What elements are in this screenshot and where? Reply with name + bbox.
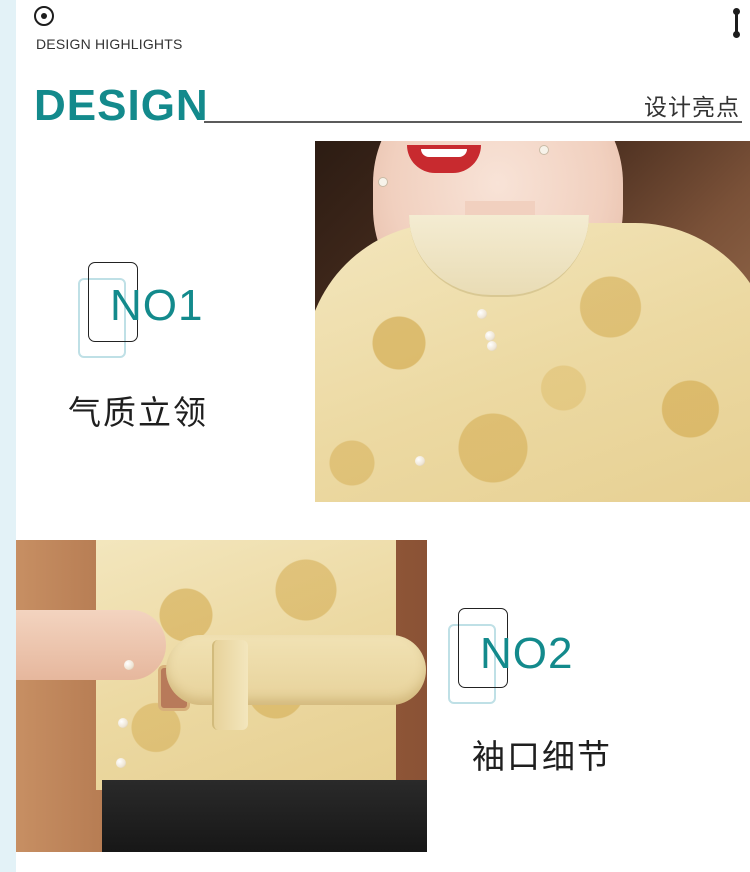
blouse-sleeve	[166, 635, 426, 705]
collar-detail-photo	[315, 141, 750, 502]
pearl-button	[124, 660, 134, 670]
target-circle-icon	[34, 6, 54, 26]
pearl-earring	[540, 146, 548, 154]
design-highlights-label: DESIGN HIGHLIGHTS	[36, 36, 183, 52]
sleeve-cuff	[212, 640, 248, 730]
pearl-earring	[379, 178, 387, 186]
feature-name-2: 袖口细节	[472, 737, 612, 776]
cuff-detail-photo	[16, 540, 427, 852]
feature-number-2: NO2	[480, 629, 574, 678]
pearl-button	[118, 718, 128, 728]
pearl-button	[415, 456, 425, 466]
pearl-button	[477, 309, 487, 319]
pearl-button	[485, 331, 495, 341]
pearl-button	[116, 758, 126, 768]
model-hand	[16, 610, 166, 680]
vertical-dots-icon[interactable]	[733, 8, 741, 38]
pearl-button	[487, 341, 497, 351]
black-skirt	[102, 780, 427, 852]
left-accent-stripe	[0, 0, 16, 872]
feature-number-1: NO1	[110, 281, 204, 330]
page-title: DESIGN	[34, 81, 209, 130]
feature-name-1: 气质立领	[68, 393, 208, 432]
page-title-cn: 设计亮点	[644, 95, 740, 121]
